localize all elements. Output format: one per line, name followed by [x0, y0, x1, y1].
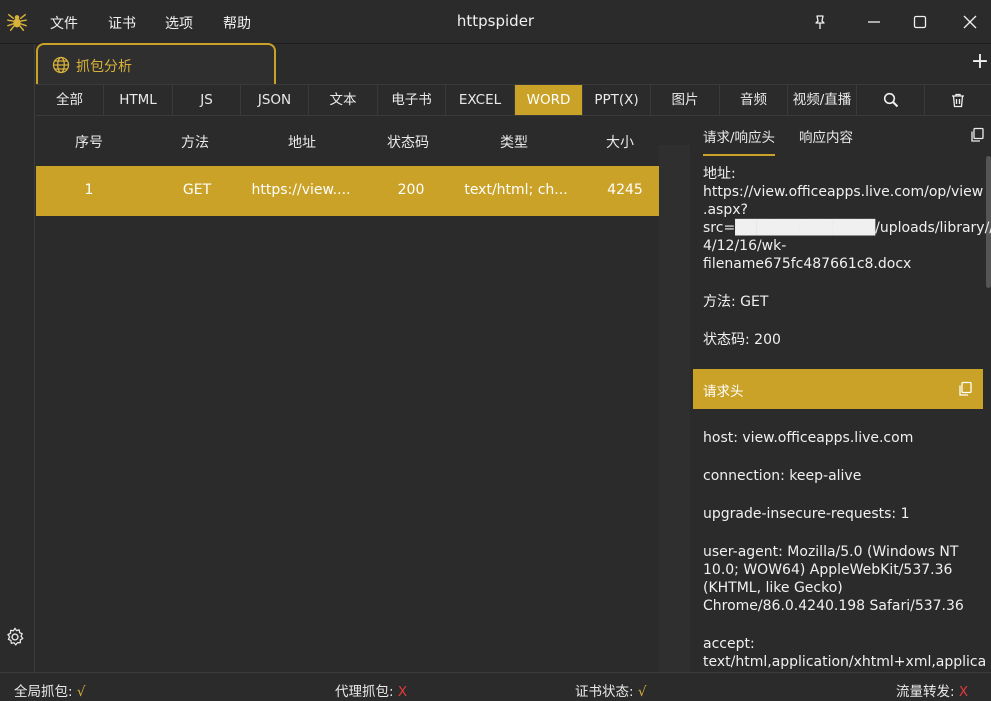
url-line-4: 4/12/16/wk- — [703, 238, 787, 254]
global-capture-value: √ — [76, 684, 86, 700]
title-bar: 文件 证书 选项 帮助 httpspider — [0, 0, 991, 44]
menu-certificate[interactable]: 证书 — [108, 13, 136, 33]
header-status[interactable]: 状态码 — [379, 132, 437, 152]
pin-button[interactable] — [808, 10, 832, 34]
cert-status-label: 证书状态: — [575, 684, 634, 700]
globe-icon — [52, 56, 70, 74]
left-gutter — [0, 44, 35, 672]
table-row[interactable]: 1 GET https://view.... 200 text/html; ch… — [36, 166, 679, 216]
proxy-capture-label: 代理抓包: — [335, 684, 394, 700]
filter-excel[interactable]: EXCEL — [446, 85, 515, 115]
header-host: host: view.officeapps.live.com — [703, 430, 914, 446]
copy-icon[interactable] — [969, 127, 985, 143]
pin-icon — [815, 15, 825, 29]
traffic-forward-label: 流量转发: — [896, 684, 955, 700]
menu-help[interactable]: 帮助 — [223, 13, 251, 33]
filter-word[interactable]: WORD — [515, 85, 583, 115]
copy-icon[interactable] — [957, 381, 973, 397]
url-label: 地址: — [703, 166, 736, 182]
search-icon — [883, 92, 898, 108]
proxy-capture-value: X — [397, 684, 408, 700]
url-line-1: https://view.officeapps.live.com/op/view — [703, 184, 984, 200]
filter-audio[interactable]: 音频 — [720, 85, 788, 115]
spider-logo-icon — [7, 13, 27, 31]
request-header-title: 请求头 — [703, 384, 744, 400]
header-size[interactable]: 大小 — [591, 132, 649, 152]
filter-html[interactable]: HTML — [104, 85, 173, 115]
header-index[interactable]: 序号 — [60, 132, 118, 152]
status-bar: 全局抓包: √ 代理抓包: X 证书状态: √ 流量转发: X — [0, 672, 991, 701]
menu-file[interactable]: 文件 — [50, 13, 78, 33]
global-capture-label: 全局抓包: — [14, 684, 73, 700]
header-user-agent: user-agent: Mozilla/5.0 (Windows NT 10.0… — [703, 544, 964, 614]
header-method[interactable]: 方法 — [166, 132, 224, 152]
tab-headers[interactable]: 请求/响应头 — [703, 126, 776, 156]
cert-status-value: √ — [637, 684, 647, 700]
tab-response-body[interactable]: 响应内容 — [799, 126, 853, 146]
maximize-button[interactable] — [908, 10, 932, 34]
cell-url: https://view.... — [251, 182, 351, 198]
filter-text[interactable]: 文本 — [309, 85, 378, 115]
clear-button[interactable] — [925, 85, 991, 115]
request-header-section[interactable]: 请求头 — [693, 369, 983, 409]
trash-icon — [952, 93, 964, 108]
maximize-icon — [913, 15, 927, 29]
header-url[interactable]: 地址 — [273, 132, 331, 152]
header-upgrade-insecure: upgrade-insecure-requests: 1 — [703, 506, 910, 522]
minimize-icon — [868, 21, 880, 23]
session-tab-label: 抓包分析 — [76, 59, 132, 75]
proxy-capture-status: 代理抓包: X — [335, 680, 407, 700]
filter-all[interactable]: 全部 — [36, 85, 104, 115]
session-tab[interactable]: 抓包分析 — [36, 43, 276, 84]
filter-bar: 全部 HTML JS JSON 文本 电子书 EXCEL WORD PPT(X)… — [36, 84, 991, 116]
minimize-button[interactable] — [862, 10, 886, 34]
traffic-forward-value: X — [958, 684, 969, 700]
filter-image[interactable]: 图片 — [651, 85, 720, 115]
window-title: httpspider — [456, 12, 535, 30]
url-line-5: filename675fc487661c8.docx — [703, 256, 912, 272]
filter-json[interactable]: JSON — [241, 85, 309, 115]
url-line-3: src=█████████████/uploads/library//202 — [703, 220, 991, 236]
cell-type: text/html; ch... — [464, 182, 568, 198]
method-line: 方法: GET — [703, 294, 769, 310]
request-table: 序号 方法 地址 状态码 类型 大小 1 GET https://view...… — [36, 116, 680, 672]
cell-status: 200 — [397, 182, 425, 198]
cert-status: 证书状态: √ — [575, 680, 646, 700]
filter-video[interactable]: 视频/直播 — [788, 85, 857, 115]
status-line: 状态码: 200 — [703, 332, 781, 348]
pane-divider[interactable] — [659, 145, 690, 672]
header-type[interactable]: 类型 — [485, 132, 543, 152]
url-line-2: .aspx? — [703, 202, 748, 218]
settings-icon[interactable] — [4, 626, 26, 648]
header-connection: connection: keep-alive — [703, 468, 862, 484]
global-capture-status: 全局抓包: √ — [14, 680, 85, 700]
plus-icon[interactable]: + — [970, 50, 990, 74]
filter-ebook[interactable]: 电子书 — [378, 85, 446, 115]
header-accept: accept: text/html,application/xhtml+xml,… — [703, 636, 987, 670]
close-button[interactable] — [958, 10, 982, 34]
filter-js[interactable]: JS — [173, 85, 241, 115]
close-icon — [963, 15, 977, 29]
filter-ppt[interactable]: PPT(X) — [583, 85, 651, 115]
traffic-forward-status: 流量转发: X — [896, 680, 968, 700]
cell-size: 4245 — [607, 182, 643, 198]
search-button[interactable] — [857, 85, 925, 115]
table-header: 序号 方法 地址 状态码 类型 大小 — [36, 116, 680, 166]
cell-index: 1 — [84, 182, 94, 198]
menu-options[interactable]: 选项 — [165, 13, 193, 33]
cell-method: GET — [182, 182, 212, 198]
